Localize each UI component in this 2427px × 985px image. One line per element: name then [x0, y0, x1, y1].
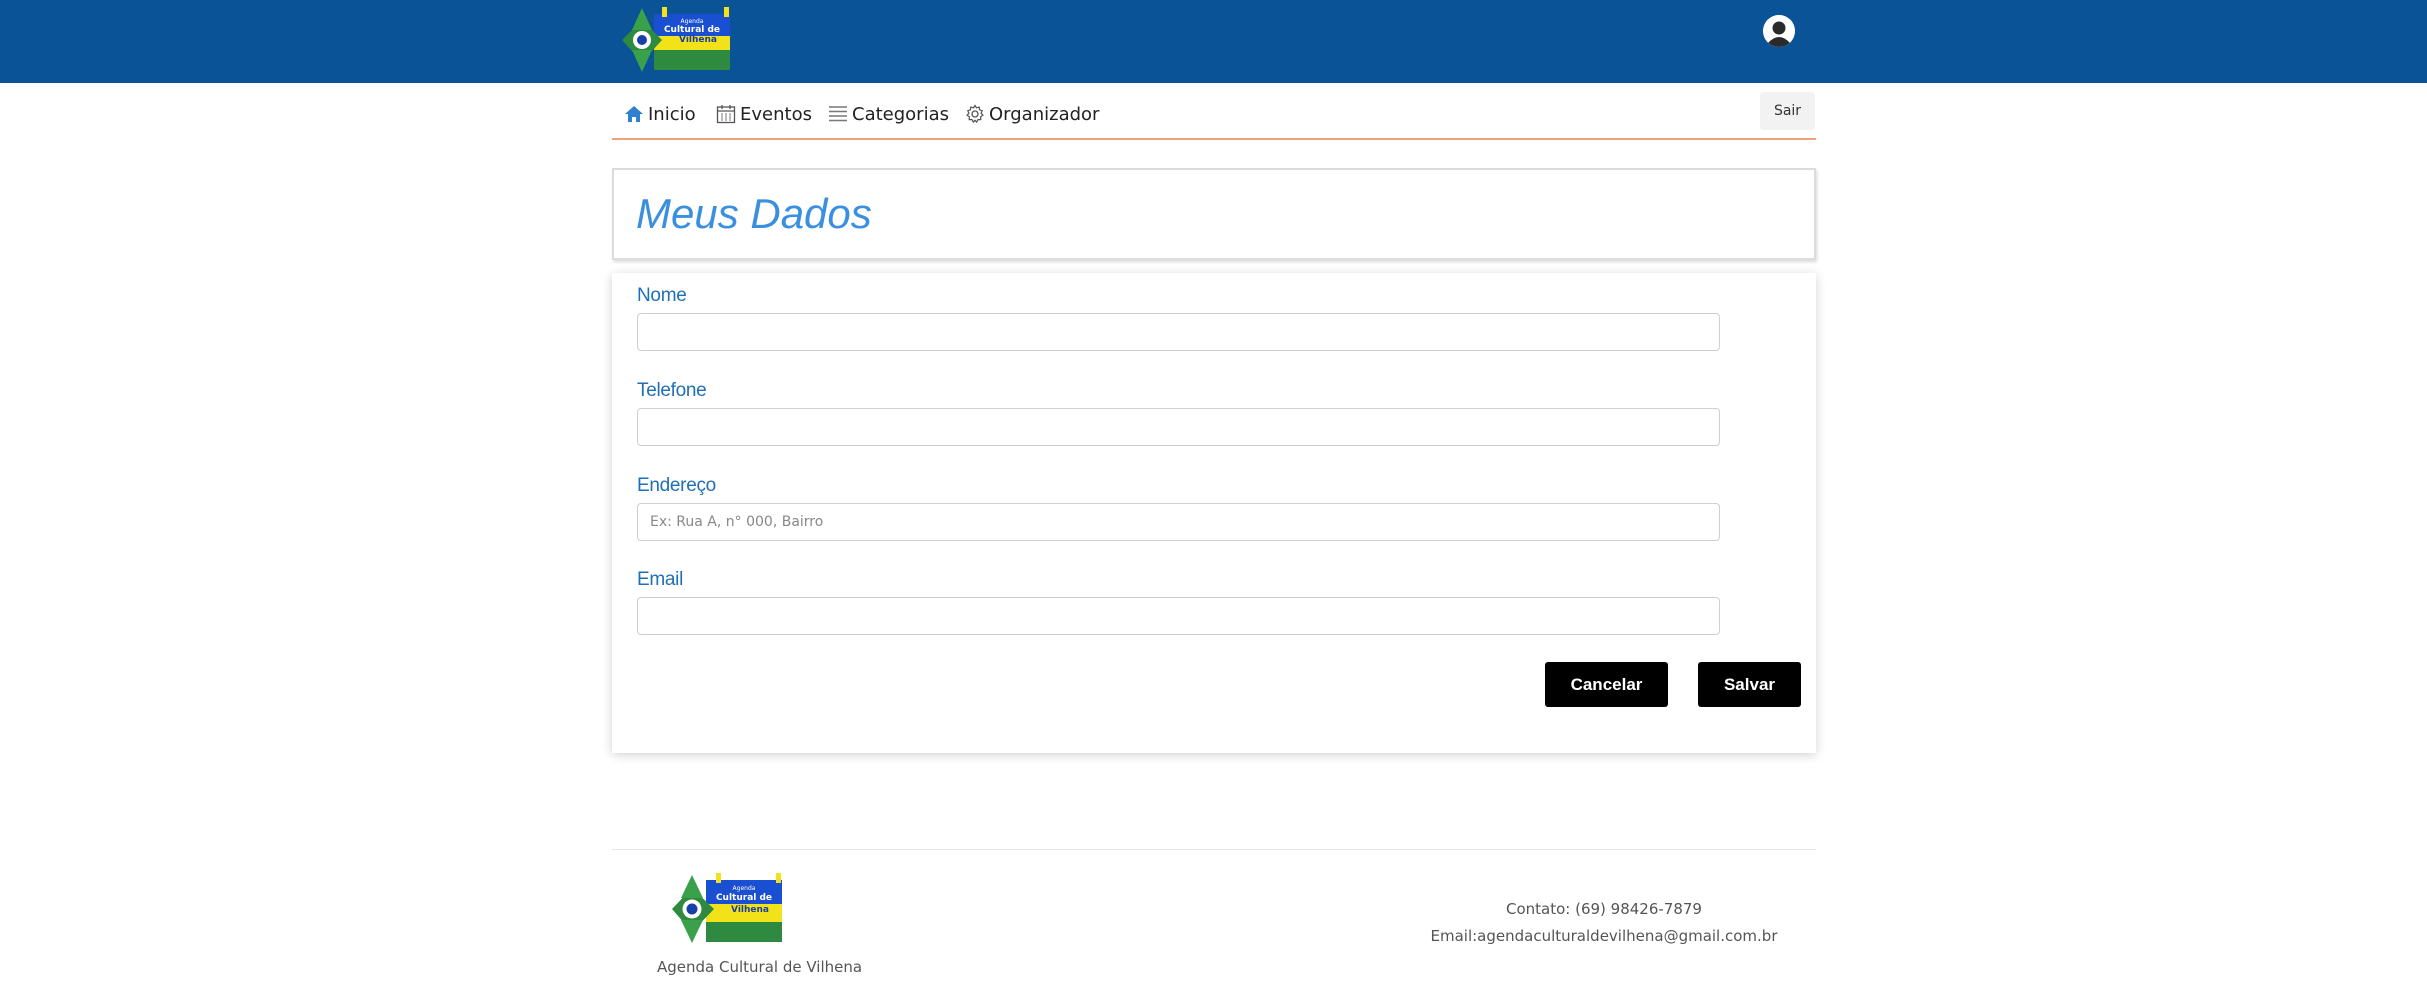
svg-text:Cultural de: Cultural de	[664, 25, 720, 35]
endereco-label: Endereço	[637, 475, 716, 496]
page-title: Meus Dados	[636, 190, 872, 237]
email-label: Email	[637, 569, 684, 590]
nav-label-categorias: Categorias	[852, 103, 949, 125]
footer-contact: Contato: (69) 98426-7879 Email:agendacul…	[1360, 896, 1848, 950]
footer-site-name: Agenda Cultural de Vilhena	[657, 958, 863, 976]
svg-text:Vilhena: Vilhena	[731, 905, 769, 915]
nav-label-inicio: Inicio	[648, 103, 696, 125]
svg-text:Agenda: Agenda	[733, 885, 756, 892]
nav-item-organizador[interactable]: Organizador	[965, 100, 1099, 128]
svg-text:Agenda: Agenda	[681, 18, 704, 25]
nav-label-organizador: Organizador	[989, 103, 1100, 125]
telefone-input[interactable]	[637, 408, 1720, 446]
telefone-label: Telefone	[637, 380, 707, 401]
gear-icon	[966, 104, 984, 124]
nome-input[interactable]	[637, 313, 1720, 351]
main-nav: Inicio Eventos Categorias Organizador Sa…	[612, 88, 1816, 140]
footer-divider	[612, 849, 1816, 850]
nav-item-categorias[interactable]: Categorias	[828, 100, 949, 128]
top-bar: Agenda Cultural de Vilhena	[0, 0, 2427, 83]
logout-button[interactable]: Sair	[1760, 92, 1815, 130]
nav-item-inicio[interactable]: Inicio	[624, 100, 696, 128]
email-input[interactable]	[637, 597, 1720, 635]
nav-label-eventos: Eventos	[740, 103, 812, 125]
save-button[interactable]: Salvar	[1698, 662, 1801, 707]
list-icon	[829, 106, 847, 122]
site-logo[interactable]: Agenda Cultural de Vilhena	[620, 6, 734, 74]
cancel-button[interactable]: Cancelar	[1545, 662, 1668, 707]
endereco-input[interactable]	[637, 503, 1720, 541]
nav-item-eventos[interactable]: Eventos	[716, 100, 812, 128]
footer-email[interactable]: Email:agendaculturaldevilhena@gmail.com.…	[1360, 923, 1848, 950]
user-avatar[interactable]	[1763, 15, 1795, 47]
svg-text:Vilhena: Vilhena	[679, 35, 717, 45]
nome-label: Nome	[637, 285, 687, 306]
profile-form: Nome Telefone Endereço Email Cancelar Sa…	[612, 273, 1816, 753]
calendar-icon	[716, 105, 736, 124]
page-title-box: Meus Dados	[612, 168, 1816, 260]
footer-phone: Contato: (69) 98426-7879	[1506, 900, 1702, 918]
footer-logo: Agenda Cultural de Vilhena	[670, 872, 786, 945]
home-icon	[625, 106, 643, 122]
svg-text:Cultural de: Cultural de	[716, 893, 772, 903]
